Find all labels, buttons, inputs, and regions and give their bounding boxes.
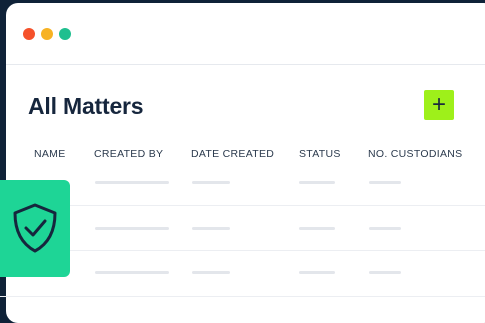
- placeholder-custodians: [369, 227, 401, 230]
- placeholder-custodians: [369, 271, 401, 274]
- security-badge: [0, 180, 70, 277]
- row-divider: [0, 250, 485, 251]
- column-header-status[interactable]: STATUS: [299, 148, 341, 160]
- placeholder-date-created: [192, 227, 230, 230]
- placeholder-custodians: [369, 181, 401, 184]
- column-header-no-custodians[interactable]: NO. CUSTODIANS: [368, 148, 462, 160]
- page-title: All Matters: [28, 93, 144, 119]
- placeholder-status: [299, 181, 335, 184]
- column-header-name[interactable]: NAME: [34, 148, 66, 160]
- title-bar: [6, 3, 485, 65]
- placeholder-status: [299, 227, 335, 230]
- column-header-created-by[interactable]: CREATED BY: [94, 148, 163, 160]
- plus-icon: +: [431, 91, 446, 118]
- maximize-window-button[interactable]: [59, 28, 71, 40]
- placeholder-date-created: [192, 271, 230, 274]
- shield-check-icon: [13, 203, 57, 252]
- row-divider: [0, 296, 485, 297]
- placeholder-status: [299, 271, 335, 274]
- minimize-window-button[interactable]: [41, 28, 53, 40]
- add-matter-button[interactable]: +: [424, 90, 454, 120]
- row-divider: [0, 205, 485, 206]
- placeholder-date-created: [192, 181, 230, 184]
- column-header-date-created[interactable]: DATE CREATED: [191, 148, 274, 160]
- placeholder-created-by: [95, 271, 169, 274]
- placeholder-created-by: [95, 227, 169, 230]
- close-window-button[interactable]: [23, 28, 35, 40]
- app-window: [6, 3, 485, 323]
- placeholder-created-by: [95, 181, 169, 184]
